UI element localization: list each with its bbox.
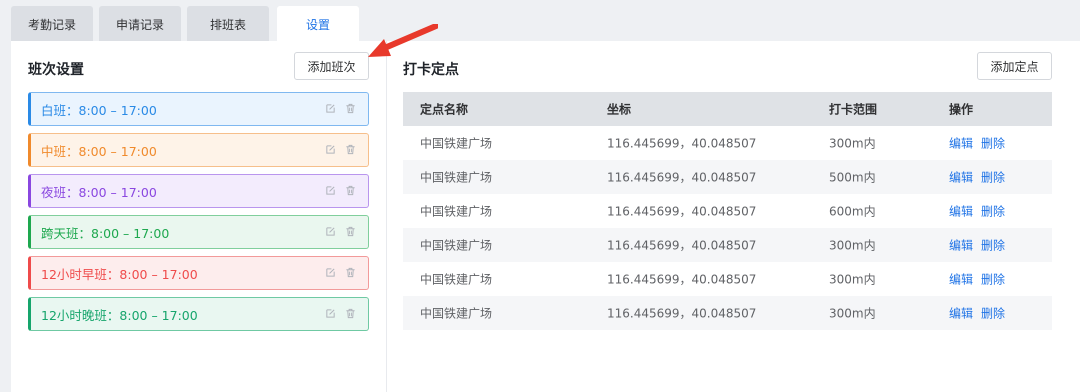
range-cell: 500m内 [829,170,876,185]
edit-link[interactable]: 编辑 [949,273,973,287]
edit-link[interactable]: 编辑 [949,171,973,185]
shift-label: 跨天班：8:00 – 17:00 [41,225,170,241]
add-shift-button[interactable]: 添加班次 [294,52,369,80]
edit-icon[interactable] [325,103,336,114]
delete-icon[interactable] [345,226,356,237]
coordinates-cell: 116.445699，40.048507 [607,136,757,151]
edit-icon[interactable] [325,144,336,155]
table-row: 中国铁建广场 116.445699，40.048507 300m内 编辑 删除 [403,228,1052,262]
table-body: 中国铁建广场 116.445699，40.048507 300m内 编辑 删除 中国铁建广… [403,126,1052,330]
table-row: 中国铁建广场 116.445699，40.048507 300m内 编辑 删除 [403,262,1052,296]
delete-icon[interactable] [345,103,356,114]
shift-item[interactable]: 中班：8:00 – 17:00 [28,133,369,167]
edit-icon[interactable] [325,267,336,278]
edit-link[interactable]: 编辑 [949,239,973,253]
header-range: 打卡范围 [829,102,878,117]
panel-divider [386,41,387,392]
edit-link[interactable]: 编辑 [949,137,973,151]
edit-icon[interactable] [325,185,336,196]
delete-icon[interactable] [345,144,356,155]
actions-cell: 编辑 删除 [949,203,1013,220]
shift-label: 白班：8:00 – 17:00 [41,102,157,118]
table-row: 中国铁建广场 116.445699，40.048507 500m内 编辑 删除 [403,160,1052,194]
delete-icon[interactable] [345,267,356,278]
actions-cell: 编辑 删除 [949,305,1013,322]
range-cell: 300m内 [829,238,876,253]
settings-panel: 班次设置 添加班次 白班：8:00 – 17:00 中班：8:00 – 17:00… [11,41,1080,392]
location-name-cell: 中国铁建广场 [420,136,493,151]
delete-link[interactable]: 删除 [981,239,1005,253]
table-header: 定点名称 坐标 打卡范围 操作 [403,92,1052,126]
range-cell: 300m内 [829,272,876,287]
actions-cell: 编辑 删除 [949,271,1013,288]
table-row: 中国铁建广场 116.445699，40.048507 600m内 编辑 删除 [403,194,1052,228]
delete-icon[interactable] [345,308,356,319]
add-location-button[interactable]: 添加定点 [977,52,1052,80]
shift-label: 夜班：8:00 – 17:00 [41,184,157,200]
edit-link[interactable]: 编辑 [949,205,973,219]
range-cell: 600m内 [829,204,876,219]
coordinates-cell: 116.445699，40.048507 [607,170,757,185]
location-name-cell: 中国铁建广场 [420,272,493,287]
shift-label: 12小时晚班：8:00 – 17:00 [41,307,198,323]
delete-icon[interactable] [345,185,356,196]
delete-link[interactable]: 删除 [981,205,1005,219]
edit-icon[interactable] [325,226,336,237]
edit-icon[interactable] [325,308,336,319]
coordinates-cell: 116.445699，40.048507 [607,204,757,219]
delete-link[interactable]: 删除 [981,307,1005,321]
location-name-cell: 中国铁建广场 [420,170,493,185]
header-coordinates: 坐标 [607,102,632,117]
location-name-cell: 中国铁建广场 [420,204,493,219]
tab-application-records[interactable]: 申请记录 [99,6,181,42]
shift-item[interactable]: 12小时早班：8:00 – 17:00 [28,256,369,290]
tab-bar: 考勤记录 申请记录 排班表 设置 [11,6,365,42]
location-name-cell: 中国铁建广场 [420,306,493,321]
actions-cell: 编辑 删除 [949,237,1013,254]
range-cell: 300m内 [829,136,876,151]
range-cell: 300m内 [829,306,876,321]
shift-settings-title: 班次设置 [28,62,84,78]
coordinates-cell: 116.445699，40.048507 [607,238,757,253]
annotation-arrow-icon [368,24,438,57]
delete-link[interactable]: 删除 [981,137,1005,151]
actions-cell: 编辑 删除 [949,135,1013,152]
header-location-name: 定点名称 [420,102,469,117]
actions-cell: 编辑 删除 [949,169,1013,186]
delete-link[interactable]: 删除 [981,273,1005,287]
tab-settings[interactable]: 设置 [277,6,359,42]
header-actions: 操作 [949,102,974,117]
coordinates-cell: 116.445699，40.048507 [607,272,757,287]
shift-item[interactable]: 白班：8:00 – 17:00 [28,92,369,126]
shift-item[interactable]: 夜班：8:00 – 17:00 [28,174,369,208]
shift-label: 中班：8:00 – 17:00 [41,143,157,159]
shift-label: 12小时早班：8:00 – 17:00 [41,266,198,282]
table-row: 中国铁建广场 116.445699，40.048507 300m内 编辑 删除 [403,126,1052,160]
delete-link[interactable]: 删除 [981,171,1005,185]
location-name-cell: 中国铁建广场 [420,238,493,253]
shift-item[interactable]: 12小时晚班：8:00 – 17:00 [28,297,369,331]
tab-schedule[interactable]: 排班表 [187,6,269,42]
table-row: 中国铁建广场 116.445699，40.048507 300m内 编辑 删除 [403,296,1052,330]
shift-item[interactable]: 跨天班：8:00 – 17:00 [28,215,369,249]
edit-link[interactable]: 编辑 [949,307,973,321]
coordinates-cell: 116.445699，40.048507 [607,306,757,321]
locations-table: 定点名称 坐标 打卡范围 操作 中国铁建广场 116.445699，40.0485… [403,92,1052,330]
tab-attendance-records[interactable]: 考勤记录 [11,6,93,42]
